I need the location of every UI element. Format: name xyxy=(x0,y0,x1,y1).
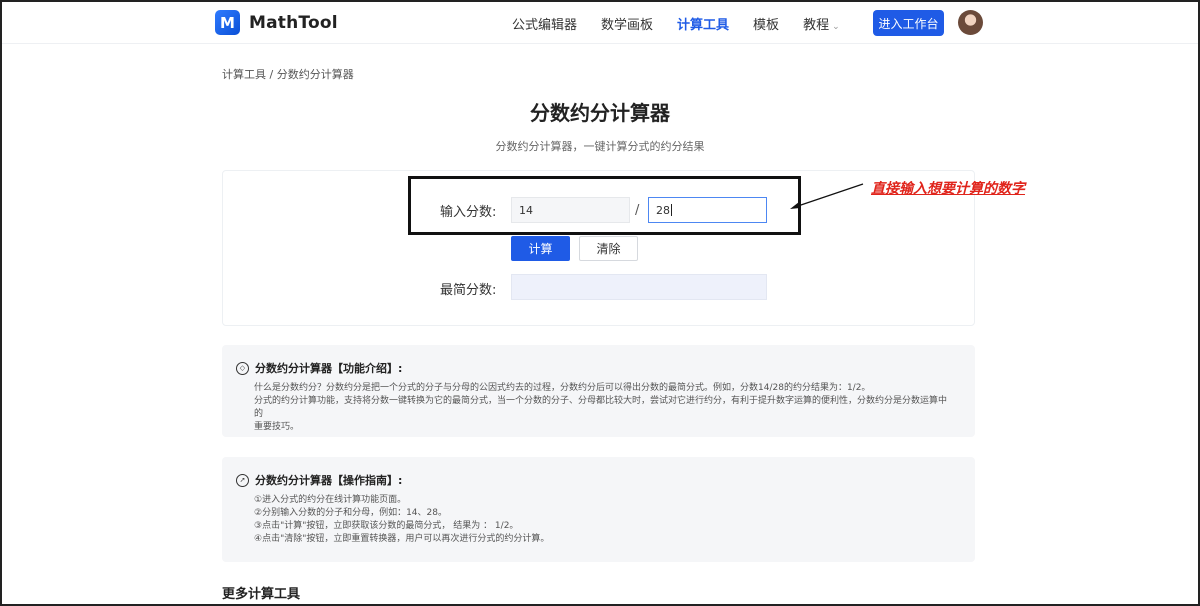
nav-item-calc-tools[interactable]: 计算工具 xyxy=(677,14,729,33)
breadcrumb[interactable]: 计算工具 / 分数约分计算器 xyxy=(222,66,354,82)
more-tools-heading: 更多计算工具 xyxy=(222,587,301,602)
top-header: M MathTool 公式编辑器 数学画板 计算工具 模板 教程 ⌄ 进入工作台 xyxy=(0,0,1200,44)
avatar[interactable] xyxy=(958,10,983,35)
calculate-button[interactable]: 计算 xyxy=(511,236,570,261)
guide-panel-body: ①进入分式的约分在线计算功能页面。 ②分别输入分数的分子和分母，例如：14、28… xyxy=(254,494,954,546)
annotation-arrow-icon xyxy=(790,183,864,209)
nav-item-formula-editor[interactable]: 公式编辑器 xyxy=(512,14,577,33)
result-field[interactable] xyxy=(511,274,767,300)
intro-panel-body: 什么是分数约分？分数约分是把一个分式的分子与分母的公因式约去的过程，分数约分后可… xyxy=(254,382,954,434)
main-nav: 公式编辑器 数学画板 计算工具 模板 教程 ⌄ xyxy=(512,14,864,33)
nav-item-tutorials-label: 教程 xyxy=(803,18,830,33)
guide-step: ②分别输入分数的分子和分母，例如：14、28。 xyxy=(254,508,447,518)
logo[interactable]: M MathTool xyxy=(215,10,338,35)
cube-icon: ◇ xyxy=(236,361,249,375)
guide-step: ④点击"清除"按钮，立即重置转换器，用户可以再次进行分式的约分计算。 xyxy=(254,534,550,544)
guide-panel: ➚ 分数约分计算器【操作指南】: ①进入分式的约分在线计算功能页面。 ②分别输入… xyxy=(222,457,975,562)
intro-panel-header: ◇ 分数约分计算器【功能介绍】: xyxy=(236,360,402,376)
intro-panel-title: 分数约分计算器【功能介绍】: xyxy=(255,362,403,375)
intro-line: 什么是分数约分？分数约分是把一个分式的分子与分母的公因式约去的过程，分数约分后可… xyxy=(254,383,871,393)
guide-panel-title: 分数约分计算器【操作指南】: xyxy=(255,474,403,487)
guide-step: ③点击"计算"按钮，立即获取该分数的最简分式， 结果为 ： 1/2。 xyxy=(254,521,519,531)
compass-icon: ➚ xyxy=(236,473,249,487)
nav-item-templates[interactable]: 模板 xyxy=(753,14,779,33)
intro-line: 重要技巧。 xyxy=(254,422,300,432)
intro-line: 分式的约分计算功能，支持将分数一键转换为它的最简分式，当一个分数的分子、分母都比… xyxy=(254,396,948,419)
guide-panel-header: ➚ 分数约分计算器【操作指南】: xyxy=(236,472,402,488)
annotation-text: 直接输入想要计算的数字 xyxy=(871,181,1025,197)
clear-button[interactable]: 清除 xyxy=(579,236,638,261)
annotation-highlight-box xyxy=(408,176,801,235)
page-subtitle: 分数约分计算器，一键计算分式的约分结果 xyxy=(495,140,705,153)
result-label: 最简分数: xyxy=(440,283,497,298)
enter-workspace-button[interactable]: 进入工作台 xyxy=(873,10,944,36)
nav-item-math-board[interactable]: 数学画板 xyxy=(601,14,653,33)
page-title: 分数约分计算器 xyxy=(530,101,670,125)
logo-icon: M xyxy=(215,10,240,35)
intro-panel: ◇ 分数约分计算器【功能介绍】: 什么是分数约分？分数约分是把一个分式的分子与分… xyxy=(222,345,975,437)
logo-text: MathTool xyxy=(249,12,338,33)
nav-item-tutorials[interactable]: 教程 ⌄ xyxy=(803,14,840,33)
chevron-down-icon: ⌄ xyxy=(832,22,840,32)
guide-step: ①进入分式的约分在线计算功能页面。 xyxy=(254,495,407,505)
